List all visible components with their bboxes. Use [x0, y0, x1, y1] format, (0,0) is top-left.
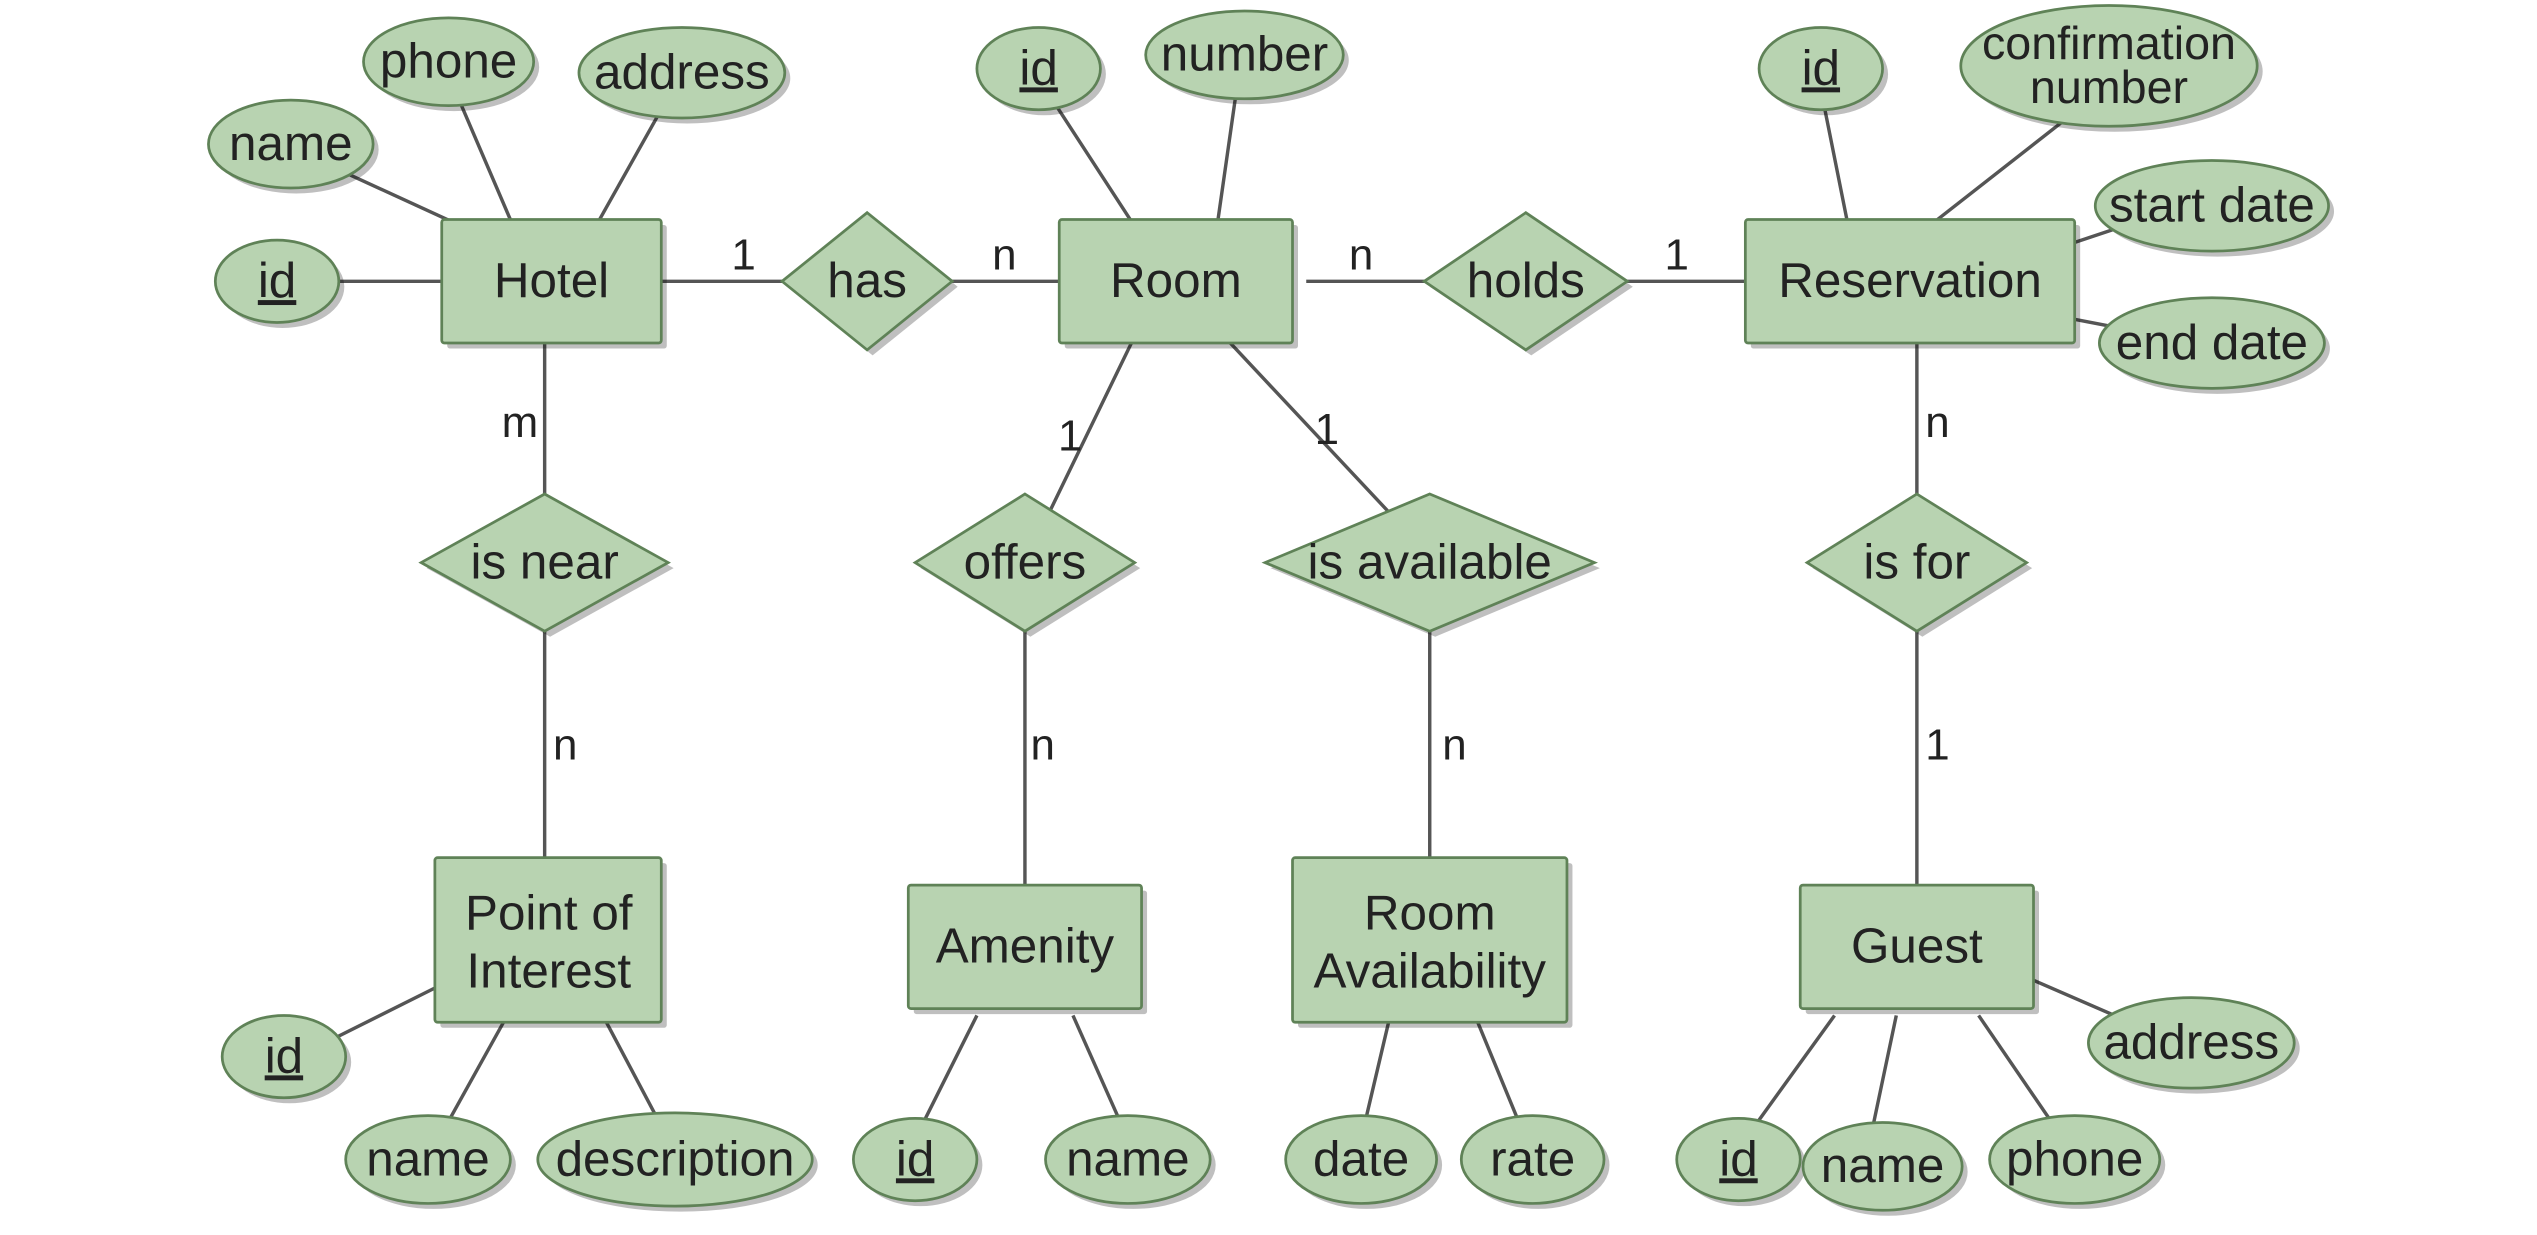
entity-amenity: Amenity: [908, 885, 1147, 1014]
attr-guest-address: address: [2088, 998, 2299, 1094]
entity-room-availability: Room Availability: [1293, 858, 1573, 1028]
attr-room-number: number: [1146, 11, 1349, 104]
svg-text:address: address: [594, 45, 770, 100]
attr-reservation-end-date: end date: [2099, 298, 2330, 394]
attr-amenity-id: id: [853, 1118, 982, 1206]
svg-text:address: address: [2103, 1015, 2279, 1070]
svg-text:is near: is near: [471, 534, 619, 589]
svg-text:name: name: [1821, 1138, 1945, 1193]
attr-guest-name: name: [1803, 1122, 1968, 1215]
svg-text:n: n: [992, 231, 1016, 280]
svg-text:has: has: [827, 253, 907, 308]
attr-roomavail-date: date: [1286, 1116, 1442, 1209]
attr-room-id: id: [977, 27, 1106, 115]
svg-text:Amenity: Amenity: [936, 919, 1115, 974]
attr-poi-description: description: [538, 1113, 818, 1212]
relationship-is-near: is near: [421, 494, 673, 637]
svg-text:number: number: [1161, 27, 1328, 82]
attr-reservation-confirmation: confirmation number: [1961, 5, 2263, 131]
svg-text:Reservation: Reservation: [1778, 253, 2042, 308]
svg-text:id: id: [1019, 40, 1057, 95]
attr-hotel-name: name: [208, 100, 378, 193]
attr-guest-phone: phone: [1990, 1116, 2166, 1209]
relationship-is-for: is for: [1807, 494, 2032, 637]
svg-text:holds: holds: [1467, 253, 1585, 308]
svg-text:id: id: [1719, 1131, 1757, 1186]
svg-text:1: 1: [1315, 405, 1339, 454]
svg-text:end date: end date: [2116, 315, 2308, 370]
svg-text:start date: start date: [2109, 178, 2315, 233]
svg-text:number: number: [2030, 61, 2188, 113]
attr-amenity-name: name: [1046, 1116, 1216, 1209]
svg-text:name: name: [366, 1131, 490, 1186]
svg-text:Room: Room: [1110, 253, 1242, 308]
attr-hotel-address: address: [579, 27, 790, 123]
svg-text:Availability: Availability: [1314, 943, 1547, 998]
svg-text:Room: Room: [1364, 886, 1496, 941]
svg-text:offers: offers: [964, 534, 1087, 589]
svg-text:phone: phone: [380, 34, 517, 89]
relationship-holds: holds: [1424, 213, 1633, 356]
entity-guest: Guest: [1800, 885, 2039, 1014]
svg-text:Interest: Interest: [466, 943, 631, 998]
attr-poi-id: id: [222, 1015, 351, 1103]
svg-text:rate: rate: [1490, 1131, 1575, 1186]
entity-poi: Point of Interest: [435, 858, 667, 1028]
svg-text:phone: phone: [2006, 1131, 2143, 1186]
svg-text:1: 1: [1665, 231, 1689, 280]
relationship-offers: offers: [915, 494, 1140, 637]
svg-text:name: name: [229, 116, 353, 171]
attr-hotel-id: id: [215, 240, 344, 328]
svg-text:description: description: [556, 1131, 795, 1186]
entity-hotel: Hotel: [442, 220, 667, 349]
svg-text:n: n: [553, 720, 577, 769]
attr-guest-id: id: [1677, 1118, 1806, 1206]
svg-text:is for: is for: [1863, 534, 1970, 589]
attr-reservation-id: id: [1759, 27, 1888, 115]
svg-text:id: id: [258, 253, 296, 308]
svg-text:n: n: [1442, 720, 1466, 769]
svg-text:n: n: [1031, 720, 1055, 769]
svg-text:id: id: [265, 1028, 303, 1083]
svg-text:n: n: [1925, 398, 1949, 447]
attr-reservation-start-date: start date: [2095, 161, 2334, 257]
svg-text:m: m: [502, 398, 539, 447]
svg-text:name: name: [1066, 1131, 1190, 1186]
relationship-is-available: is available: [1265, 494, 1600, 637]
er-diagram: 1 n n 1 m n 1 n 1 n n 1 Hotel Room Reser…: [0, 0, 2537, 1235]
svg-text:date: date: [1313, 1131, 1409, 1186]
svg-text:1: 1: [731, 231, 755, 280]
svg-text:n: n: [1349, 231, 1373, 280]
attr-poi-name: name: [346, 1116, 516, 1209]
svg-text:is available: is available: [1308, 534, 1552, 589]
svg-text:id: id: [1802, 40, 1840, 95]
svg-text:Hotel: Hotel: [494, 253, 609, 308]
svg-text:id: id: [896, 1131, 934, 1186]
svg-text:Point of: Point of: [465, 886, 633, 941]
svg-text:1: 1: [1058, 412, 1082, 461]
svg-text:Guest: Guest: [1851, 919, 1983, 974]
entity-room: Room: [1059, 220, 1298, 349]
attr-roomavail-rate: rate: [1461, 1116, 1609, 1209]
attr-hotel-phone: phone: [364, 18, 540, 111]
svg-text:1: 1: [1925, 720, 1949, 769]
relationship-has: has: [782, 213, 958, 356]
entity-reservation: Reservation: [1745, 220, 2080, 349]
